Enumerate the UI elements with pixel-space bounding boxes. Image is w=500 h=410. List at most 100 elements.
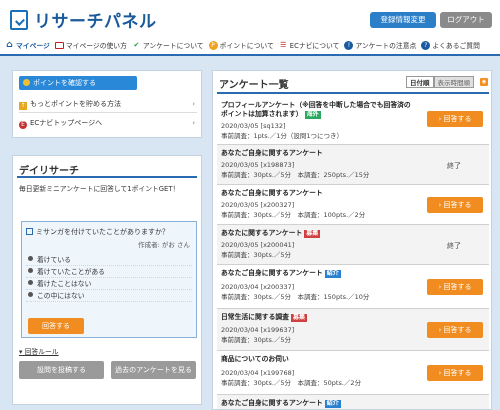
nav-notes[interactable]: ! アンケートの注意点 <box>344 40 416 50</box>
survey-item: プロフィールアンケート（※回答を中断した場合でも回答済のポイントは加算されます）… <box>217 97 489 145</box>
logout-button[interactable]: ログアウト <box>440 12 492 28</box>
daily-description: 毎日更新ミニアンケートに回答して1ポイントGET！ <box>19 185 180 193</box>
post-question-button[interactable]: 設問を投稿する <box>19 361 104 379</box>
survey-date: 2020/03/04 [x199637] <box>221 326 295 334</box>
survey-list-title: アンケート一覧 <box>219 80 289 91</box>
main-nav: ⌂ マイページ マイページの使い方 ✔ アンケートについて P ポイントについて ☰ E… <box>0 36 500 56</box>
survey-title: あなたご自身に関するアンケート <box>221 189 323 197</box>
survey-list-panel: アンケート一覧 日付順 表示時間順 ◉ プロフィールアンケート（※回答を中断した… <box>212 70 492 410</box>
rss-icon[interactable]: ◉ <box>480 78 488 86</box>
survey-date: 2020/03/05 [sq132] <box>221 122 286 130</box>
nav-about-ecnavi[interactable]: ☰ ECナビについて <box>279 40 339 51</box>
question-options: 着けている 着けていたことがある 着けたことはない この中にはない <box>26 254 192 302</box>
radio-icon <box>28 256 33 261</box>
chevron-right-icon: › <box>192 100 195 108</box>
faq-icon: ? <box>421 40 431 50</box>
nav-mypage[interactable]: ⌂ マイページ <box>5 40 50 50</box>
survey-item: あなたご自身に関するアンケート 2020/03/05 [x200327] 事前調… <box>217 185 489 225</box>
chevron-down-icon: ▾ <box>19 348 23 356</box>
survey-title: あなたに関するアンケート 募集 <box>221 229 321 238</box>
radio-icon <box>28 292 33 297</box>
survey-item: 商品についてのお伺い 2020/03/04 [x199768] 事前調査：30p… <box>217 351 489 395</box>
arrow-up-icon: ↑ <box>19 102 27 110</box>
chevron-right-icon: › <box>192 119 195 127</box>
daily-title: デイリサーチ <box>19 166 79 177</box>
survey-item: 日常生活に関する調査 募集 2020/03/04 [x199637] 事前調査：3… <box>217 309 489 351</box>
survey-title: あなたご自身に関するアンケート 紹介 <box>221 269 341 278</box>
survey-title: 商品についてのお伺い <box>221 355 289 363</box>
radio-icon <box>28 280 33 285</box>
sort-tabs: 日付順 表示時間順 <box>406 76 474 88</box>
nav-howto[interactable]: マイページの使い方 <box>54 40 127 50</box>
divider <box>17 176 197 178</box>
rules-link[interactable]: ▾ 回答ルール <box>19 346 59 356</box>
nav-faq[interactable]: ? よくあるご質問 <box>421 40 480 50</box>
option-radio[interactable]: 着けている <box>26 254 192 266</box>
survey-date: 2020/03/05 [x198873] <box>221 161 295 169</box>
daily-research-panel: デイリサーチ 毎日更新ミニアンケートに回答して1ポイントGET！ ミサンガを付け… <box>12 155 202 405</box>
check-icon: ✔ <box>133 40 140 49</box>
survey-meta: 事前調査：1pts.／1分（設問1つにつき） <box>221 132 344 140</box>
points-links-panel: ポイントを確認する ↑ もっとポイントを貯める方法 › E ECナビトップページへ › <box>12 70 202 138</box>
survey-date: 2020/03/04 [x200337] <box>221 283 295 291</box>
survey-badge: 紹介 <box>324 270 341 278</box>
divider <box>217 92 489 94</box>
logo-check-icon <box>10 9 28 30</box>
survey-meta: 事前調査：30pts.／5分 <box>221 251 292 259</box>
survey-badge: 海外 <box>304 111 321 119</box>
option-radio[interactable]: 着けたことはない <box>26 278 192 290</box>
header: リサーチパネル 登録情報変更 ログアウト <box>0 0 500 36</box>
survey-meta: 事前調査：30pts.／5分 本調査：150pts.／10分 <box>221 293 370 301</box>
question-checkbox-icon <box>26 228 33 235</box>
survey-meta: 事前調査：30pts.／5分 本調査：100pts.／2分 <box>221 211 366 219</box>
survey-item: あなたご自身に関するアンケート 紹介 2020/03/04 [x200337] 事… <box>217 265 489 309</box>
survey-badge: 紹介 <box>324 400 341 408</box>
more-points-link[interactable]: ↑ もっとポイントを貯める方法 › <box>19 95 197 113</box>
ec-top-link[interactable]: E ECナビトップページへ › <box>19 114 197 132</box>
answer-button[interactable]: › 回答する <box>427 322 483 338</box>
survey-item: あなたご自身に関するアンケート 2020/03/05 [x198873] 事前調… <box>217 145 489 185</box>
past-surveys-button[interactable]: 過去のアンケートを見る <box>111 361 196 379</box>
survey-title: プロフィールアンケート（※回答を中断した場合でも回答済のポイントは加算されます）… <box>221 101 411 119</box>
option-radio[interactable]: 着けていたことがある <box>26 266 192 278</box>
nav-about-points[interactable]: P ポイントについて <box>208 40 274 50</box>
survey-item: あなたご自身に関するアンケート 紹介 <box>217 395 489 409</box>
survey-meta: 事前調査：30pts.／5分 <box>221 336 292 344</box>
survey-date: 2020/03/05 [x200041] <box>221 241 295 249</box>
question-author: 作成者: がお さん <box>138 241 190 249</box>
sort-by-date-tab[interactable]: 日付順 <box>406 76 434 88</box>
register-info-button[interactable]: 登録情報変更 <box>370 12 436 28</box>
answer-button[interactable]: › 回答する <box>427 111 483 127</box>
survey-title: あなたご自身に関するアンケート 紹介 <box>221 399 341 408</box>
coin-icon <box>23 79 30 86</box>
option-radio[interactable]: この中にはない <box>26 290 192 302</box>
question-box: ミサンガを付けていたことがありますか？ 作成者: がお さん 着けている 着けて… <box>21 221 197 338</box>
survey-badge: 募集 <box>304 230 321 238</box>
coin-icon: P <box>208 40 218 50</box>
ec-logo-icon: E <box>19 121 27 129</box>
answer-button[interactable]: › 回答する <box>427 365 483 381</box>
check-points-button[interactable]: ポイントを確認する <box>19 76 137 90</box>
pc-icon <box>54 41 64 49</box>
survey-ended-label: 終了 <box>447 242 461 250</box>
cart-icon: ☰ <box>280 40 287 49</box>
radio-icon <box>28 268 33 273</box>
home-icon: ⌂ <box>6 39 13 50</box>
survey-title: 日常生活に関する調査 募集 <box>221 313 307 322</box>
question-text: ミサンガを付けていたことがありますか？ <box>26 227 169 237</box>
logo[interactable]: リサーチパネル <box>10 7 157 32</box>
survey-item: あなたに関するアンケート 募集 2020/03/05 [x200041] 事前調査… <box>217 225 489 265</box>
answer-button[interactable]: › 回答する <box>427 197 483 213</box>
survey-meta: 事前調査：30pts.／5分 本調査：250pts.／15分 <box>221 171 370 179</box>
survey-title: あなたご自身に関するアンケート <box>221 149 323 157</box>
nav-about-survey[interactable]: ✔ アンケートについて <box>132 40 203 51</box>
survey-date: 2020/03/04 [x199768] <box>221 369 295 377</box>
sort-by-time-tab[interactable]: 表示時間順 <box>433 76 474 88</box>
survey-ended-label: 終了 <box>447 162 461 170</box>
survey-meta: 事前調査：30pts.／5分 本調査：50pts.／2分 <box>221 379 362 387</box>
answer-button[interactable]: › 回答する <box>427 279 483 295</box>
survey-badge: 募集 <box>290 314 307 322</box>
daily-submit-button[interactable]: 回答する <box>28 318 84 334</box>
survey-date: 2020/03/05 [x200327] <box>221 201 295 209</box>
info-icon: ! <box>344 40 354 50</box>
